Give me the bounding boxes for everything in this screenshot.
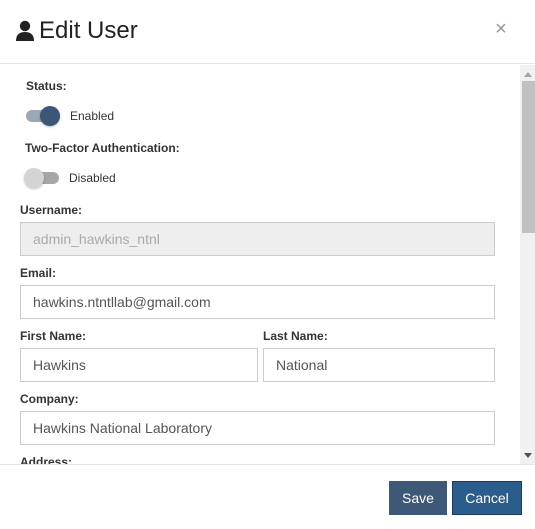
company-input[interactable] — [20, 411, 495, 445]
close-icon[interactable]: × — [493, 19, 509, 39]
user-icon — [15, 20, 35, 42]
save-button[interactable]: Save — [389, 481, 447, 515]
scrollbar-thumb[interactable] — [522, 81, 535, 233]
scrollbar[interactable] — [520, 65, 535, 464]
modal-title: Edit User — [15, 15, 138, 47]
status-toggle-row: Enabled — [25, 105, 114, 127]
two-factor-toggle-row: Disabled — [24, 167, 116, 189]
scroll-down-arrow-icon[interactable] — [520, 448, 535, 462]
two-factor-toggle-text: Disabled — [69, 171, 116, 185]
two-factor-toggle[interactable] — [24, 167, 60, 189]
modal-title-text: Edit User — [39, 17, 138, 44]
first-name-input[interactable] — [20, 348, 258, 382]
username-label: Username: — [20, 203, 83, 217]
two-factor-label: Two-Factor Authentication: — [25, 141, 180, 155]
modal-footer: Save Cancel — [0, 464, 535, 529]
modal-body[interactable]: Status: Enabled Two-Factor Authenticatio… — [0, 65, 535, 464]
last-name-label: Last Name: — [263, 329, 328, 343]
modal-header: Edit User × — [0, 0, 535, 64]
username-input — [20, 222, 495, 256]
scroll-up-arrow-icon[interactable] — [520, 67, 535, 81]
email-label: Email: — [20, 266, 57, 280]
first-name-label: First Name: — [20, 329, 87, 343]
company-label: Company: — [20, 392, 79, 406]
address-label: Address: — [20, 455, 73, 464]
cancel-button[interactable]: Cancel — [452, 481, 522, 515]
status-toggle-knob — [40, 106, 60, 126]
last-name-input[interactable] — [263, 348, 495, 382]
status-toggle[interactable] — [25, 105, 61, 127]
two-factor-toggle-knob — [24, 168, 44, 188]
email-input[interactable] — [20, 285, 495, 319]
status-toggle-text: Enabled — [70, 109, 115, 123]
status-label: Status: — [26, 79, 67, 93]
